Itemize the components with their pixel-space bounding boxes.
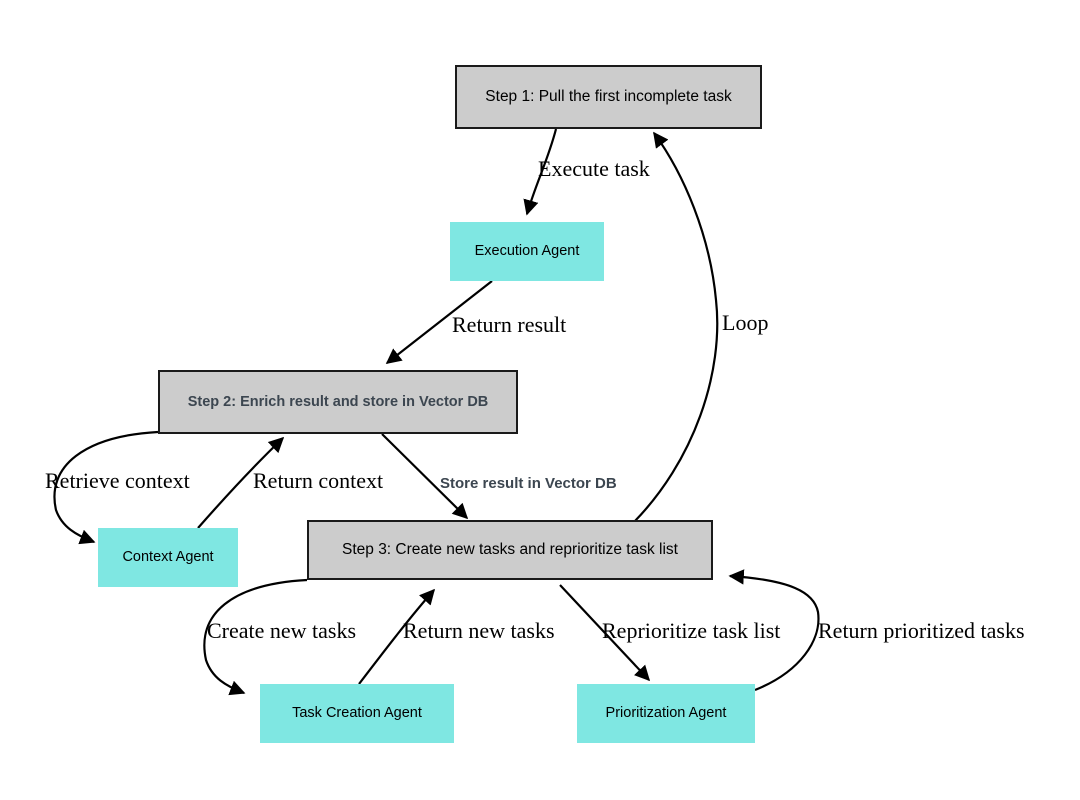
- edge-label-reprioritize-task-list-text: Reprioritize task list: [602, 618, 781, 643]
- edge-label-store-result: Store result in Vector DB: [440, 475, 617, 492]
- node-step-3-label: Step 3: Create new tasks and reprioritiz…: [342, 541, 678, 559]
- edge-label-return-new-tasks-text: Return new tasks: [403, 618, 555, 643]
- edge-label-return-context: Return context: [253, 468, 383, 494]
- edge-label-return-prioritized-tasks-text: Return prioritized tasks: [818, 618, 1025, 643]
- edge-loop: [631, 131, 719, 525]
- edge-label-return-context-text: Return context: [253, 468, 384, 493]
- edge-label-reprioritize-task-list: Reprioritize task list: [602, 618, 780, 644]
- node-prioritization-agent-label: Prioritization Agent: [605, 705, 727, 722]
- node-step-2-label: Step 2: Enrich result and store in Vecto…: [187, 393, 489, 410]
- node-step-1[interactable]: Step 1: Pull the first incomplete task: [455, 65, 762, 129]
- node-execution-agent[interactable]: Execution Agent: [450, 222, 604, 281]
- edge-label-loop-text: Loop: [722, 310, 769, 335]
- edge-label-create-new-tasks: Create new tasks: [207, 618, 356, 644]
- edge-label-return-result-text: Return result: [452, 312, 567, 337]
- node-step-2[interactable]: Step 2: Enrich result and store in Vecto…: [158, 370, 518, 434]
- diagram-canvas: Step 1: Pull the first incomplete task E…: [0, 0, 1080, 800]
- edge-label-create-new-tasks-text: Create new tasks: [207, 618, 357, 643]
- node-task-creation-agent[interactable]: Task Creation Agent: [260, 684, 454, 743]
- edge-label-retrieve-context: Retrieve context: [45, 468, 190, 494]
- node-execution-agent-label: Execution Agent: [474, 243, 580, 260]
- edge-label-store-result-text: Store result in Vector DB: [440, 475, 617, 492]
- edge-label-execute-task: Execute task: [538, 156, 650, 182]
- node-step-1-label: Step 1: Pull the first incomplete task: [485, 88, 732, 106]
- edge-label-return-new-tasks: Return new tasks: [403, 618, 555, 644]
- edge-label-execute-task-text: Execute task: [538, 156, 650, 181]
- edge-label-return-prioritized-tasks: Return prioritized tasks: [818, 618, 1025, 644]
- node-step-3[interactable]: Step 3: Create new tasks and reprioritiz…: [307, 520, 713, 580]
- edge-label-retrieve-context-text: Retrieve context: [45, 468, 190, 493]
- node-context-agent-label: Context Agent: [122, 549, 214, 566]
- node-task-creation-agent-label: Task Creation Agent: [292, 705, 422, 722]
- node-context-agent[interactable]: Context Agent: [98, 528, 238, 587]
- edge-label-return-result: Return result: [452, 312, 566, 338]
- node-prioritization-agent[interactable]: Prioritization Agent: [577, 684, 755, 743]
- edge-label-loop: Loop: [722, 310, 768, 336]
